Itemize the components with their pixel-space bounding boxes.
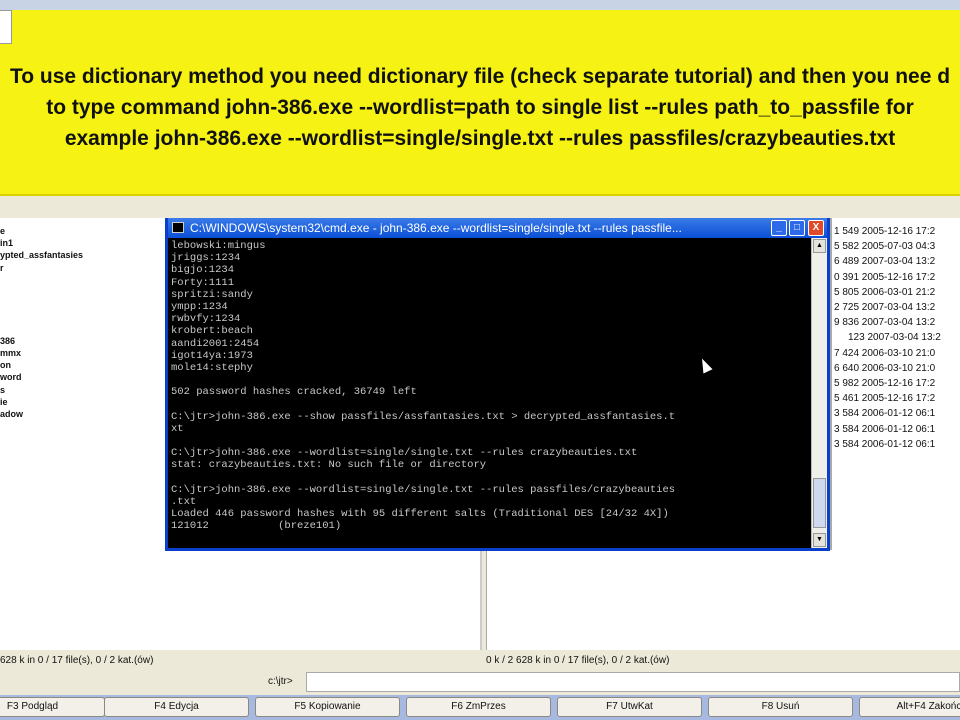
banner-text: To use dictionary method you need dictio… [9, 64, 951, 150]
file-row[interactable]: 1 549 2005-12-16 17:2 [834, 226, 935, 237]
file-list-item[interactable]: mmx [0, 348, 21, 358]
console-line: igot14ya:1973 [171, 349, 253, 362]
console-line: C:\jtr>john-386.exe --show passfiles/ass… [171, 410, 676, 423]
right-status: 0 k / 2 628 k in 0 / 17 file(s), 0 / 2 k… [486, 655, 670, 666]
console-line: jriggs:1234 [171, 252, 241, 265]
fkey-button[interactable]: F5 Kopiowanie [255, 697, 400, 717]
file-list-item[interactable]: r [0, 263, 4, 273]
console-line: xt [171, 422, 184, 435]
console-line: krobert:beach [171, 325, 253, 338]
console-line: C:\jtr>john-386.exe --wordlist=single/si… [171, 447, 638, 460]
fkey-button[interactable]: Alt+F4 Zakończ [859, 697, 960, 717]
console-line: ympp:1234 [171, 300, 228, 313]
scroll-down-icon[interactable]: ▼ [813, 533, 826, 547]
file-row[interactable]: 6 640 2006-03-10 21:0 [834, 363, 935, 374]
file-list-item[interactable]: on [0, 360, 11, 370]
scroll-up-icon[interactable]: ▲ [813, 239, 826, 253]
console-line: C:\jtr>john-386.exe --wordlist=single/si… [171, 483, 676, 496]
file-list-item[interactable]: word [0, 372, 22, 382]
console-line: Loaded 446 password hashes with 95 diffe… [171, 508, 669, 521]
tutorial-annotation-banner: To use dictionary method you need dictio… [0, 10, 960, 196]
left-file-panel-lower[interactable] [0, 550, 482, 650]
fkey-button[interactable]: F4 Edycja [104, 697, 249, 717]
file-row[interactable]: 2 725 2007-03-04 13:2 [834, 302, 935, 313]
file-row[interactable]: 9 836 2007-03-04 13:2 [834, 317, 935, 328]
right-file-panel-lower[interactable] [486, 550, 960, 650]
scroll-thumb[interactable] [813, 478, 826, 528]
cmd-window[interactable]: C:\WINDOWS\system32\cmd.exe - john-386.e… [165, 218, 830, 551]
console-line: lebowski:mingus [171, 240, 266, 252]
file-row[interactable]: 3 584 2006-01-12 06:1 [834, 439, 935, 450]
console-line: mole14:stephy [171, 361, 253, 374]
console-line: stat: crazybeauties.txt: No such file or… [171, 459, 487, 472]
fkey-button[interactable]: F8 Usuń [708, 697, 853, 717]
file-list-item[interactable]: adow [0, 409, 23, 419]
file-list-item[interactable]: ypted_assfantasies [0, 250, 83, 260]
file-list-item[interactable]: e [0, 226, 5, 236]
console-line: aandi2001:2454 [171, 337, 260, 350]
cmd-title-bar[interactable]: C:\WINDOWS\system32\cmd.exe - john-386.e… [168, 218, 827, 238]
file-row[interactable]: 3 584 2006-01-12 06:1 [834, 424, 935, 435]
file-row[interactable]: 5 982 2005-12-16 17:2 [834, 378, 935, 389]
close-button[interactable]: X [808, 220, 824, 236]
scrollbar[interactable]: ▲ ▼ [811, 238, 827, 548]
console-line: .txt [171, 495, 197, 508]
file-list-item[interactable]: ie [0, 397, 8, 407]
function-key-bar: F3 Podgląd F4 Edycja F5 Kopiowanie F6 ZmPrz… [0, 695, 960, 720]
file-row[interactable]: 123 2007-03-04 13:2 [848, 332, 941, 343]
file-row[interactable]: 5 805 2006-03-01 21:2 [834, 287, 935, 298]
current-path: c:\jtr> [268, 676, 293, 687]
console-line: 121012 (breze101) [171, 520, 342, 533]
file-row[interactable]: 3 584 2006-01-12 06:1 [834, 408, 935, 419]
maximize-button[interactable]: □ [789, 220, 805, 236]
console-output: lebowski:mingus jriggs:1234 bigjo:1234 Fort… [171, 240, 811, 548]
console-line: bigjo:1234 [171, 264, 235, 277]
console-line: Forty:1111 [171, 276, 235, 289]
minimize-button[interactable]: _ [771, 220, 787, 236]
file-list-item[interactable]: in1 [0, 238, 13, 248]
left-status: 628 k in 0 / 17 file(s), 0 / 2 kat.(ów) [0, 655, 154, 666]
console-line: 502 password hashes cracked, 36749 left [171, 386, 417, 399]
file-list-item[interactable]: s [0, 385, 5, 395]
banner-corner [0, 10, 12, 44]
command-line-input[interactable] [306, 672, 960, 692]
file-row[interactable]: 0 391 2005-12-16 17:2 [834, 272, 935, 283]
fkey-button[interactable]: F7 UtwKat [557, 697, 702, 717]
fkey-button[interactable]: F6 ZmPrzes [406, 697, 551, 717]
file-list-item[interactable]: 386 [0, 336, 15, 346]
file-row[interactable]: 5 461 2005-12-16 17:2 [834, 393, 935, 404]
console-line: rwbvfy:1234 [171, 313, 241, 326]
file-row[interactable]: 6 489 2007-03-04 13:2 [834, 256, 935, 267]
fkey-button[interactable]: F3 Podgląd [0, 697, 105, 717]
console-line: spritzi:sandy [171, 288, 253, 301]
cmd-icon [172, 222, 184, 233]
file-row[interactable]: 7 424 2006-03-10 21:0 [834, 348, 935, 359]
file-row[interactable]: 5 582 2005-07-03 04:3 [834, 241, 935, 252]
cmd-title: C:\WINDOWS\system32\cmd.exe - john-386.e… [190, 221, 682, 235]
